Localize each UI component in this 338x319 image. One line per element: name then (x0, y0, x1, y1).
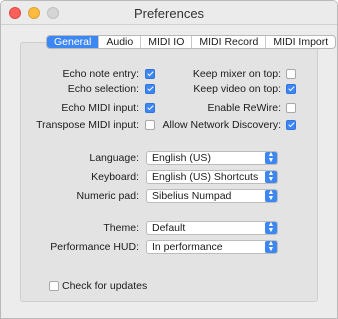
tab-midi-import[interactable]: MIDI Import (265, 36, 335, 48)
echo-note-entry-checkbox[interactable] (145, 69, 155, 79)
keyboard-label: Keyboard: (91, 171, 139, 183)
language-value: English (US) (152, 152, 211, 164)
language-label: Language: (89, 152, 139, 164)
numeric-pad-label: Numeric pad: (76, 190, 139, 202)
keyboard-select[interactable]: English (US) Shortcuts ▲ ▼ (146, 170, 278, 184)
performance-hud-label: Performance HUD: (50, 241, 139, 253)
keep-video-on-top-checkbox[interactable] (286, 84, 296, 94)
performance-hud-select[interactable]: In performance ▲ ▼ (146, 240, 278, 254)
transpose-midi-input-checkbox[interactable] (145, 120, 155, 130)
echo-midi-input-label: Echo MIDI input: (61, 102, 139, 114)
transpose-midi-input-label: Transpose MIDI input: (36, 119, 139, 131)
keep-mixer-on-top-label: Keep mixer on top: (192, 68, 281, 80)
theme-label: Theme: (103, 222, 139, 234)
tab-midi-io[interactable]: MIDI IO (140, 36, 191, 48)
updown-chevron-icon: ▲ ▼ (265, 221, 277, 234)
keep-video-on-top-label: Keep video on top: (193, 83, 281, 95)
preferences-tab-bar: General Audio MIDI IO MIDI Record MIDI I… (46, 35, 337, 49)
echo-midi-input-checkbox[interactable] (145, 103, 155, 113)
tab-midi-record[interactable]: MIDI Record (191, 36, 265, 48)
enable-rewire-label: Enable ReWire: (207, 102, 281, 114)
echo-selection-checkbox[interactable] (145, 84, 155, 94)
window-title: Preferences (133, 6, 205, 21)
check-for-updates-label[interactable]: Check for updates (62, 280, 147, 292)
theme-select[interactable]: Default ▲ ▼ (146, 221, 278, 235)
keep-mixer-on-top-checkbox[interactable] (286, 69, 296, 79)
tab-general[interactable]: General (47, 36, 99, 48)
updown-chevron-icon: ▲ ▼ (265, 240, 277, 253)
title-bar[interactable]: Preferences (1, 1, 337, 25)
updown-chevron-icon: ▲ ▼ (265, 170, 277, 183)
echo-selection-label: Echo selection: (67, 83, 139, 95)
allow-network-discovery-checkbox[interactable] (286, 120, 296, 130)
check-for-updates-checkbox[interactable] (49, 281, 59, 291)
allow-network-discovery-label: Allow Network Discovery: (162, 119, 281, 131)
tab-audio[interactable]: Audio (98, 36, 140, 48)
language-select[interactable]: English (US) ▲ ▼ (146, 151, 278, 165)
numeric-pad-value: Sibelius Numpad (152, 190, 232, 202)
updown-chevron-icon: ▲ ▼ (265, 151, 277, 164)
echo-note-entry-label: Echo note entry: (62, 68, 139, 80)
theme-value: Default (152, 222, 186, 234)
performance-hud-value: In performance (152, 241, 223, 253)
enable-rewire-checkbox[interactable] (286, 103, 296, 113)
updown-chevron-icon: ▲ ▼ (265, 189, 277, 202)
preferences-window: Preferences General Audio MIDI IO MIDI R… (0, 0, 338, 319)
numeric-pad-select[interactable]: Sibelius Numpad ▲ ▼ (146, 189, 278, 203)
keyboard-value: English (US) Shortcuts (152, 171, 259, 183)
